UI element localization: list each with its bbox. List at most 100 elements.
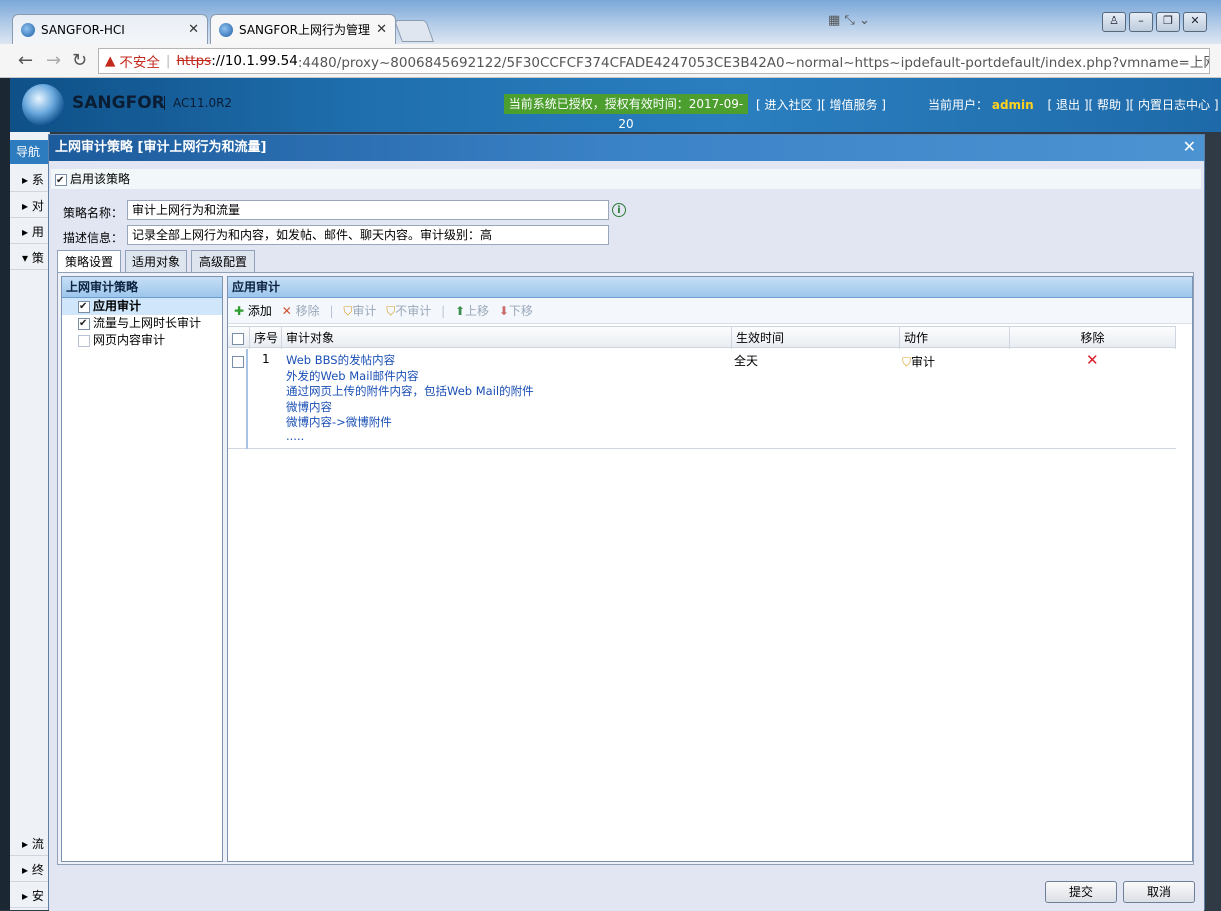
action-cell[interactable]: ⛉审计 xyxy=(902,353,935,370)
current-user-name: admin xyxy=(991,98,1034,112)
plus-icon: ✚ xyxy=(234,304,245,318)
col-remove[interactable]: 移除 xyxy=(1010,327,1176,349)
audit-object-more[interactable]: ..... xyxy=(286,430,534,442)
select-all-cell xyxy=(228,327,250,349)
audit-object-list[interactable]: Web BBS的发帖内容 外发的Web Mail邮件内容 通过网页上传的附件内容… xyxy=(286,353,534,441)
col-index[interactable]: 序号 xyxy=(250,327,282,349)
divider: | xyxy=(329,304,334,318)
app-header: SANGFOR AC11.0R2 当前系统已授权，授权有效时间：2017-09-… xyxy=(0,78,1221,132)
tab-label: SANGFOR上网行为管理 xyxy=(239,23,371,37)
remove-row-icon[interactable]: ✕ xyxy=(1086,351,1099,369)
row-index: 1 xyxy=(262,352,270,366)
nav-item[interactable]: ▸ 安 xyxy=(10,884,50,908)
enable-policy-row[interactable]: 启用该策略 xyxy=(51,169,1201,191)
col-audit-object[interactable]: 审计对象 xyxy=(282,327,732,349)
back-arrow-icon[interactable]: ← xyxy=(18,50,33,71)
nav-item[interactable]: ▸ 终 xyxy=(10,858,50,882)
tree-item-app-audit[interactable]: 应用审计 xyxy=(62,298,222,315)
minimize-button[interactable]: – xyxy=(1129,12,1153,32)
remove-button[interactable]: ✕ 移除 xyxy=(282,304,320,318)
move-down-button[interactable]: ⬇下移 xyxy=(499,304,533,318)
tree-item-web-content-audit[interactable]: 网页内容审计 xyxy=(62,332,222,349)
tree-item-traffic-audit[interactable]: 流量与上网时长审计 xyxy=(62,315,222,332)
tree-item-label: 网页内容审计 xyxy=(93,333,166,347)
tree-item-label: 流量与上网时长审计 xyxy=(93,316,202,330)
reload-icon[interactable]: ↻ xyxy=(72,50,87,71)
add-button[interactable]: ✚ 添加 xyxy=(234,304,272,318)
license-status: 当前系统已授权，授权有效时间：2017-09-20 xyxy=(504,94,748,131)
browser-tab-hci[interactable]: SANGFOR-HCI ✕ xyxy=(12,14,208,44)
checkbox[interactable] xyxy=(78,298,90,315)
row-checkbox[interactable] xyxy=(232,355,244,368)
current-user-label: 当前用户： xyxy=(928,98,989,112)
nav-item[interactable]: ▸ 流 xyxy=(10,832,50,856)
no-audit-button[interactable]: ⛉不审计 xyxy=(386,304,431,318)
grid-header: 序号 审计对象 生效时间 动作 移除 xyxy=(228,326,1176,349)
shield-icon: ⛉ xyxy=(902,355,912,369)
policy-name-input[interactable]: 审计上网行为和流量 xyxy=(127,200,609,220)
audit-policy-dialog: 上网审计策略 [审计上网行为和流量] ✕ 启用该策略 策略名称： 审计上网行为和… xyxy=(48,134,1205,911)
col-action[interactable]: 动作 xyxy=(900,327,1010,349)
nav-item[interactable]: ▸ 对 xyxy=(10,194,50,218)
url-input[interactable]: ▲ 不安全 | https ://10.1.99.54 :4480/proxy~… xyxy=(98,48,1210,74)
tab-applicable-objects[interactable]: 适用对象 xyxy=(125,250,187,272)
shield-icon: ⛉ xyxy=(386,304,396,318)
user-links[interactable]: [ 退出 ][ 帮助 ][ 内置日志中心 ] xyxy=(1048,98,1219,112)
browser-tab-sangfor-ac[interactable]: SANGFOR上网行为管理 ✕ xyxy=(210,14,396,44)
table-row[interactable]: 1 Web BBS的发帖内容 外发的Web Mail邮件内容 通过网页上传的附件… xyxy=(228,349,1176,449)
col-effective-time[interactable]: 生效时间 xyxy=(732,327,900,349)
tree-item-label: 应用审计 xyxy=(93,299,142,313)
brand-name: SANGFOR xyxy=(72,93,165,113)
divider: | xyxy=(441,304,446,318)
audit-object-item[interactable]: 微博内容 xyxy=(286,400,534,416)
close-window-button[interactable]: ✕ xyxy=(1183,12,1207,32)
row-marker xyxy=(246,349,248,449)
tab-policy-settings[interactable]: 策略设置 xyxy=(57,250,121,273)
audit-object-item[interactable]: 通过网页上传的附件内容，包括Web Mail的附件 xyxy=(286,384,534,400)
nav-item[interactable]: ▾ 策 xyxy=(10,246,50,270)
audit-object-item[interactable]: 微博内容->微博附件 xyxy=(286,415,534,431)
address-bar-row: ← → ↻ ▲ 不安全 | https ://10.1.99.54 :4480/… xyxy=(0,44,1221,78)
arrow-up-icon: ⬆ xyxy=(454,304,465,318)
new-tab-button[interactable] xyxy=(393,20,435,42)
audit-object-item[interactable]: Web BBS的发帖内容 xyxy=(286,353,534,369)
policy-name-label: 策略名称： xyxy=(63,206,124,220)
dialog-footer: 提交 取消 xyxy=(49,871,1204,911)
close-icon[interactable]: ✕ xyxy=(1183,137,1196,156)
checkbox[interactable] xyxy=(78,334,90,347)
close-icon[interactable]: ✕ xyxy=(376,22,387,37)
enable-policy-label: 启用该策略 xyxy=(70,172,131,186)
warning-icon: ▲ xyxy=(105,53,116,69)
tab-label: SANGFOR-HCI xyxy=(41,22,125,37)
browser-tab-bar: SANGFOR-HCI ✕ SANGFOR上网行为管理 ✕ ▦ ⤡ ⌄ ♙ – … xyxy=(0,0,1221,44)
divider: | xyxy=(165,53,171,69)
forward-arrow-icon[interactable]: → xyxy=(46,50,61,71)
audit-object-item[interactable]: 外发的Web Mail邮件内容 xyxy=(286,369,534,385)
submit-button[interactable]: 提交 xyxy=(1045,881,1117,903)
app-audit-panel: 应用审计 ✚ 添加 ✕ 移除 | ⛉审计 ⛉不审计 | ⬆上移 ⬇下移 序号 审… xyxy=(227,276,1193,862)
community-links[interactable]: [ 进入社区 ][ 增值服务 ] xyxy=(756,96,886,113)
select-all-checkbox[interactable] xyxy=(232,332,244,345)
close-icon[interactable]: ✕ xyxy=(188,22,199,37)
nav-item[interactable]: ▸ 系 xyxy=(10,168,50,192)
effective-time[interactable]: 全天 xyxy=(734,352,758,369)
panel-title: 上网审计策略 xyxy=(62,277,222,298)
enable-policy-checkbox[interactable] xyxy=(55,171,67,191)
description-input[interactable]: 记录全部上网行为和内容，如发帖、邮件、聊天内容。审计级别：高 xyxy=(127,225,609,245)
user-icon[interactable]: ♙ xyxy=(1102,12,1126,32)
info-icon[interactable]: i xyxy=(612,203,626,217)
action-label: 审计 xyxy=(911,355,936,369)
tab-advanced-config[interactable]: 高级配置 xyxy=(191,250,255,272)
restore-button[interactable]: ❐ xyxy=(1156,12,1180,32)
grid-toolbar: ✚ 添加 ✕ 移除 | ⛉审计 ⛉不审计 | ⬆上移 ⬇下移 xyxy=(228,298,1192,324)
cancel-button[interactable]: 取消 xyxy=(1123,881,1195,903)
move-up-button[interactable]: ⬆上移 xyxy=(455,304,489,318)
checkbox[interactable] xyxy=(78,315,90,332)
shield-icon: ⛉ xyxy=(343,304,353,318)
nav-item[interactable]: ▸ 用 xyxy=(10,220,50,244)
window-grip-icon: ▦ ⤡ ⌄ xyxy=(828,13,870,28)
user-info: 当前用户： admin [ 退出 ][ 帮助 ][ 内置日志中心 ] xyxy=(928,96,1219,113)
window-controls: ♙ – ❐ ✕ xyxy=(1102,12,1207,32)
tab-content: 上网审计策略 应用审计 流量与上网时长审计 网页内容审计 应用审计 ✚ 添加 ✕… xyxy=(57,272,1194,865)
audit-button[interactable]: ⛉审计 xyxy=(343,304,376,318)
